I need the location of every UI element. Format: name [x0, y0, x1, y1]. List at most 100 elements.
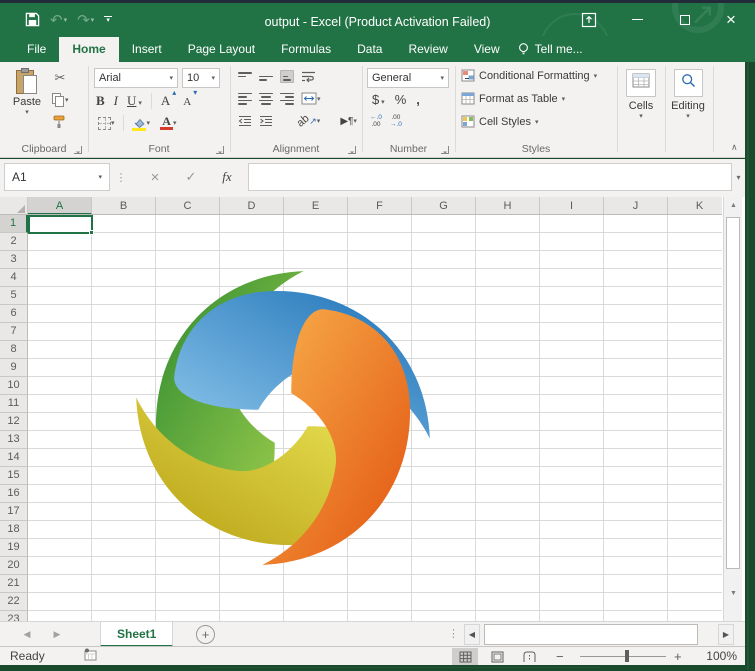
tab-file[interactable]: File	[14, 37, 59, 62]
cell-F22[interactable]	[348, 593, 412, 611]
page-layout-view-button[interactable]	[484, 648, 510, 665]
cell-A2[interactable]	[28, 233, 92, 251]
cell-K16[interactable]	[668, 485, 722, 503]
row-header-19[interactable]: 19	[0, 539, 28, 557]
cell-I18[interactable]	[540, 521, 604, 539]
column-header-E[interactable]: E	[284, 197, 348, 215]
cell-K11[interactable]	[668, 395, 722, 413]
zoom-out-button[interactable]: −	[556, 647, 564, 666]
cell-E22[interactable]	[284, 593, 348, 611]
cell-B23[interactable]	[92, 611, 156, 621]
cell-J7[interactable]	[604, 323, 668, 341]
cell-I9[interactable]	[540, 359, 604, 377]
cell-A16[interactable]	[28, 485, 92, 503]
cell-H14[interactable]	[476, 449, 540, 467]
collapse-ribbon-button[interactable]: ∧	[731, 142, 738, 153]
cell-K15[interactable]	[668, 467, 722, 485]
select-all-button[interactable]	[0, 197, 28, 215]
cell-I3[interactable]	[540, 251, 604, 269]
cell-A14[interactable]	[28, 449, 92, 467]
cell-J13[interactable]	[604, 431, 668, 449]
cell-A10[interactable]	[28, 377, 92, 395]
tab-bar-splitter[interactable]: ⋮	[448, 627, 459, 640]
cell-D1[interactable]	[220, 215, 284, 233]
cell-E1[interactable]	[284, 215, 348, 233]
cell-F23[interactable]	[348, 611, 412, 621]
format-painter-button[interactable]	[52, 115, 66, 134]
sheet-nav-left-button[interactable]: ◀	[14, 622, 40, 647]
cell-K8[interactable]	[668, 341, 722, 359]
cell-K5[interactable]	[668, 287, 722, 305]
row-header-2[interactable]: 2	[0, 233, 28, 251]
cell-J2[interactable]	[604, 233, 668, 251]
column-header-B[interactable]: B	[92, 197, 156, 215]
decrease-indent-button[interactable]	[238, 115, 252, 127]
cell-J3[interactable]	[604, 251, 668, 269]
tab-review[interactable]: Review	[395, 37, 460, 62]
cell-A5[interactable]	[28, 287, 92, 305]
fill-color-button[interactable]: ▾	[132, 116, 151, 130]
cell-I12[interactable]	[540, 413, 604, 431]
expand-formula-bar-button[interactable]: ▾	[732, 163, 745, 191]
horizontal-scroll-thumb[interactable]	[484, 624, 698, 645]
cell-K21[interactable]	[668, 575, 722, 593]
cell-I16[interactable]	[540, 485, 604, 503]
align-middle-icon[interactable]	[259, 70, 273, 83]
font-name-combo[interactable]: Arial▾	[94, 68, 178, 88]
align-right-icon[interactable]	[280, 92, 294, 105]
insert-function-button[interactable]: fx	[212, 163, 242, 191]
zoom-slider-thumb[interactable]	[625, 650, 629, 662]
cell-H20[interactable]	[476, 557, 540, 575]
cell-H9[interactable]	[476, 359, 540, 377]
cell-A3[interactable]	[28, 251, 92, 269]
alignment-dialog-launcher[interactable]	[348, 146, 356, 154]
paste-button[interactable]: Paste ▾	[8, 68, 46, 116]
cell-A11[interactable]	[28, 395, 92, 413]
row-header-11[interactable]: 11	[0, 395, 28, 413]
cell-K4[interactable]	[668, 269, 722, 287]
cell-K7[interactable]	[668, 323, 722, 341]
swirl-logo-image[interactable]	[118, 253, 448, 583]
cell-K18[interactable]	[668, 521, 722, 539]
cell-A9[interactable]	[28, 359, 92, 377]
cell-K1[interactable]	[668, 215, 722, 233]
cell-K6[interactable]	[668, 305, 722, 323]
cell-K19[interactable]	[668, 539, 722, 557]
accounting-format-button[interactable]: $ ▾	[372, 92, 385, 107]
cell-H13[interactable]	[476, 431, 540, 449]
formula-input[interactable]	[248, 163, 732, 191]
column-header-I[interactable]: I	[540, 197, 604, 215]
cell-D22[interactable]	[220, 593, 284, 611]
vertical-scroll-thumb[interactable]	[726, 217, 740, 569]
merge-center-caret[interactable]: ▾	[317, 95, 321, 103]
cell-J6[interactable]	[604, 305, 668, 323]
font-dialog-launcher[interactable]	[216, 146, 224, 154]
sheet-tab-sheet1[interactable]: Sheet1	[100, 622, 173, 647]
row-header-17[interactable]: 17	[0, 503, 28, 521]
macro-record-button[interactable]	[83, 648, 97, 664]
cell-H5[interactable]	[476, 287, 540, 305]
cell-I4[interactable]	[540, 269, 604, 287]
tab-view[interactable]: View	[461, 37, 513, 62]
row-header-18[interactable]: 18	[0, 521, 28, 539]
cell-A21[interactable]	[28, 575, 92, 593]
cell-G2[interactable]	[412, 233, 476, 251]
redo-caret[interactable]: ▾	[91, 16, 95, 24]
cell-D2[interactable]	[220, 233, 284, 251]
new-sheet-button[interactable]: +	[196, 625, 215, 644]
row-header-1[interactable]: 1	[0, 215, 28, 233]
clipboard-dialog-launcher[interactable]	[74, 146, 82, 154]
cell-K9[interactable]	[668, 359, 722, 377]
cell-K14[interactable]	[668, 449, 722, 467]
save-button[interactable]	[20, 7, 45, 33]
row-header-7[interactable]: 7	[0, 323, 28, 341]
tab-formulas[interactable]: Formulas	[268, 37, 344, 62]
cell-J5[interactable]	[604, 287, 668, 305]
cell-B1[interactable]	[92, 215, 156, 233]
row-header-3[interactable]: 3	[0, 251, 28, 269]
cell-I14[interactable]	[540, 449, 604, 467]
align-left-icon[interactable]	[238, 92, 252, 105]
zoom-slider-track[interactable]	[580, 656, 666, 657]
row-header-15[interactable]: 15	[0, 467, 28, 485]
bold-button[interactable]: B	[96, 93, 105, 109]
